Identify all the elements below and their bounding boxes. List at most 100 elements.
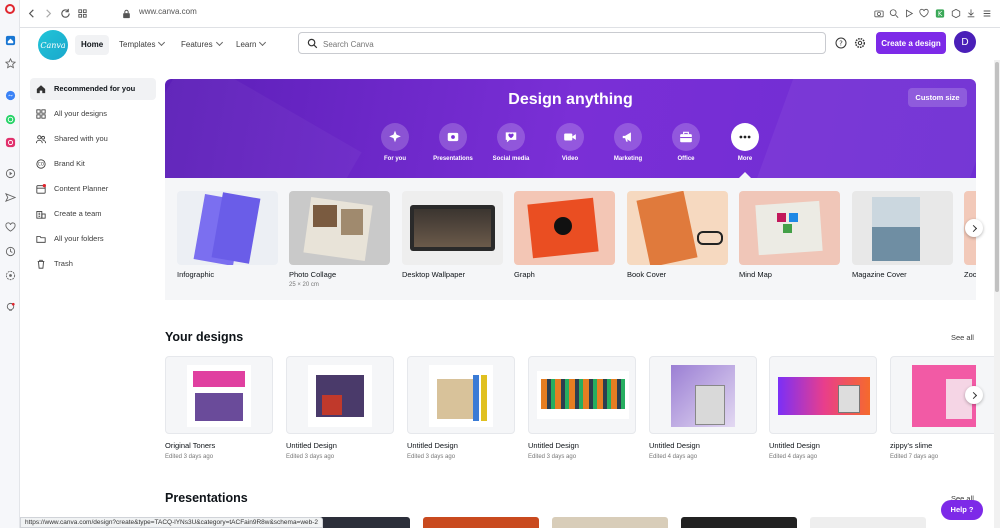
presentation-thumbnail[interactable]: [552, 517, 668, 528]
presentation-thumbnail[interactable]: [810, 517, 926, 528]
more-icon: [738, 130, 752, 144]
sidebar-item-recommended[interactable]: Recommended for you: [30, 78, 156, 100]
avatar[interactable]: D: [954, 31, 976, 53]
template-card-desktop-wallpaper[interactable]: Desktop Wallpaper: [402, 191, 503, 279]
template-card-magazine-cover[interactable]: Magazine Cover: [852, 191, 953, 279]
sidebar-item-shared[interactable]: Shared with you: [30, 128, 156, 150]
sidebar-item-brand-kit[interactable]: CO Brand Kit: [30, 153, 156, 175]
help-icon[interactable]: ?: [835, 37, 847, 49]
menu-icon[interactable]: [982, 8, 992, 19]
star-icon[interactable]: [5, 58, 16, 69]
category-social-media[interactable]: Social media: [479, 123, 543, 162]
folder-icon: [36, 234, 46, 244]
search-input[interactable]: [323, 36, 813, 52]
svg-text:K: K: [938, 10, 943, 18]
template-card-graph[interactable]: Graph: [514, 191, 615, 279]
template-thumbnail: [514, 191, 615, 265]
design-card[interactable]: Untitled Design Edited 3 days ago: [407, 356, 515, 460]
sidebar-nav: Recommended for you All your designs Sha…: [30, 78, 156, 278]
download-icon[interactable]: [966, 8, 976, 19]
extension-icon[interactable]: K: [935, 8, 945, 19]
back-icon[interactable]: [26, 8, 37, 19]
messenger-icon[interactable]: [5, 90, 16, 101]
heart-chat-icon: [504, 130, 518, 144]
sidebar-item-create-team[interactable]: Create a team: [30, 203, 156, 225]
briefcase-icon: [679, 130, 693, 144]
section-title-your-designs: Your designs: [165, 330, 244, 344]
zoom-icon[interactable]: [889, 8, 899, 19]
design-card[interactable]: Original Toners Edited 3 days ago: [165, 356, 273, 460]
search-box[interactable]: [298, 32, 826, 54]
custom-size-button[interactable]: Custom size: [908, 88, 967, 107]
page-scrollbar[interactable]: [994, 60, 1000, 528]
address-bar[interactable]: www.canva.com: [139, 7, 197, 16]
home-icon[interactable]: [5, 35, 16, 46]
category-presentations[interactable]: Presentations: [421, 123, 485, 162]
design-card[interactable]: Untitled Design Edited 3 days ago: [286, 356, 394, 460]
lock-icon: [122, 9, 131, 19]
video-icon: [563, 130, 577, 144]
template-card-infographic[interactable]: Infographic: [177, 191, 278, 279]
template-next-arrow[interactable]: [965, 219, 983, 237]
help-button[interactable]: Help ?: [941, 500, 983, 520]
send-icon[interactable]: [5, 192, 16, 203]
template-card-mind-map[interactable]: Mind Map: [739, 191, 840, 279]
see-all-designs-link[interactable]: See all: [951, 333, 974, 342]
svg-text:?: ?: [839, 40, 843, 48]
template-thumbnail: [739, 191, 840, 265]
play-icon[interactable]: [904, 8, 914, 19]
cube-icon[interactable]: [951, 8, 961, 19]
gear-icon[interactable]: [854, 37, 866, 49]
forward-icon[interactable]: [43, 8, 54, 19]
sidebar-item-content-planner[interactable]: Content Planner: [30, 178, 156, 200]
tabs-grid-icon[interactable]: [77, 8, 88, 19]
template-card-book-cover[interactable]: Book Cover: [627, 191, 728, 279]
users-icon: [36, 134, 46, 144]
sidebar-item-trash[interactable]: Trash: [30, 253, 156, 275]
category-for-you[interactable]: For you: [363, 123, 427, 162]
category-video[interactable]: Video: [538, 123, 602, 162]
presentation-thumbnail[interactable]: [681, 517, 797, 528]
svg-text:CO: CO: [38, 162, 45, 167]
design-card[interactable]: zippy's slime Edited 7 days ago: [890, 356, 998, 460]
design-thumbnail: [769, 356, 877, 434]
instagram-icon[interactable]: [5, 137, 16, 148]
category-marketing[interactable]: Marketing: [596, 123, 660, 162]
nav-home[interactable]: Home: [75, 35, 110, 55]
browser-sidebar: [0, 0, 20, 528]
nav-templates[interactable]: Templates: [113, 35, 170, 55]
scrollbar-thumb[interactable]: [995, 62, 999, 292]
camera-icon[interactable]: [874, 8, 884, 19]
design-card[interactable]: Untitled Design Edited 4 days ago: [769, 356, 877, 460]
hero-title: Design anything: [508, 91, 633, 108]
category-more[interactable]: More: [713, 123, 777, 162]
player-icon[interactable]: [5, 168, 16, 179]
history-icon[interactable]: [5, 246, 16, 257]
design-card[interactable]: Untitled Design Edited 3 days ago: [528, 356, 636, 460]
category-office[interactable]: Office: [654, 123, 718, 162]
sparkle-icon: [388, 130, 402, 144]
chevron-down-icon: [158, 38, 166, 47]
reload-icon[interactable]: [60, 8, 71, 19]
whatsapp-icon[interactable]: [5, 114, 16, 125]
heart-icon[interactable]: [5, 222, 16, 233]
canva-logo[interactable]: Canva: [38, 30, 68, 60]
section-title-presentations: Presentations: [165, 491, 248, 505]
sidebar-item-folders[interactable]: All your folders: [30, 228, 156, 250]
create-design-button[interactable]: Create a design: [876, 32, 946, 54]
presentation-thumbnail[interactable]: [423, 517, 539, 528]
chevron-right-icon: [969, 391, 977, 399]
nav-learn[interactable]: Learn: [230, 35, 271, 55]
template-card-photo-collage[interactable]: Photo Collage 25 × 20 cm: [289, 191, 390, 288]
designs-next-arrow[interactable]: [965, 386, 983, 404]
design-anything-banner: Design anything Custom size For you Pres…: [165, 79, 976, 178]
trash-icon: [36, 259, 46, 269]
bulb-icon[interactable]: [5, 302, 16, 313]
sidebar-item-all-designs[interactable]: All your designs: [30, 103, 156, 125]
settings-icon[interactable]: [5, 270, 16, 281]
heart-outline-icon[interactable]: [919, 8, 929, 19]
opera-logo-icon[interactable]: [5, 4, 15, 14]
design-card[interactable]: Untitled Design Edited 4 days ago: [649, 356, 757, 460]
grid-icon: [36, 109, 46, 119]
nav-features[interactable]: Features: [175, 35, 228, 55]
